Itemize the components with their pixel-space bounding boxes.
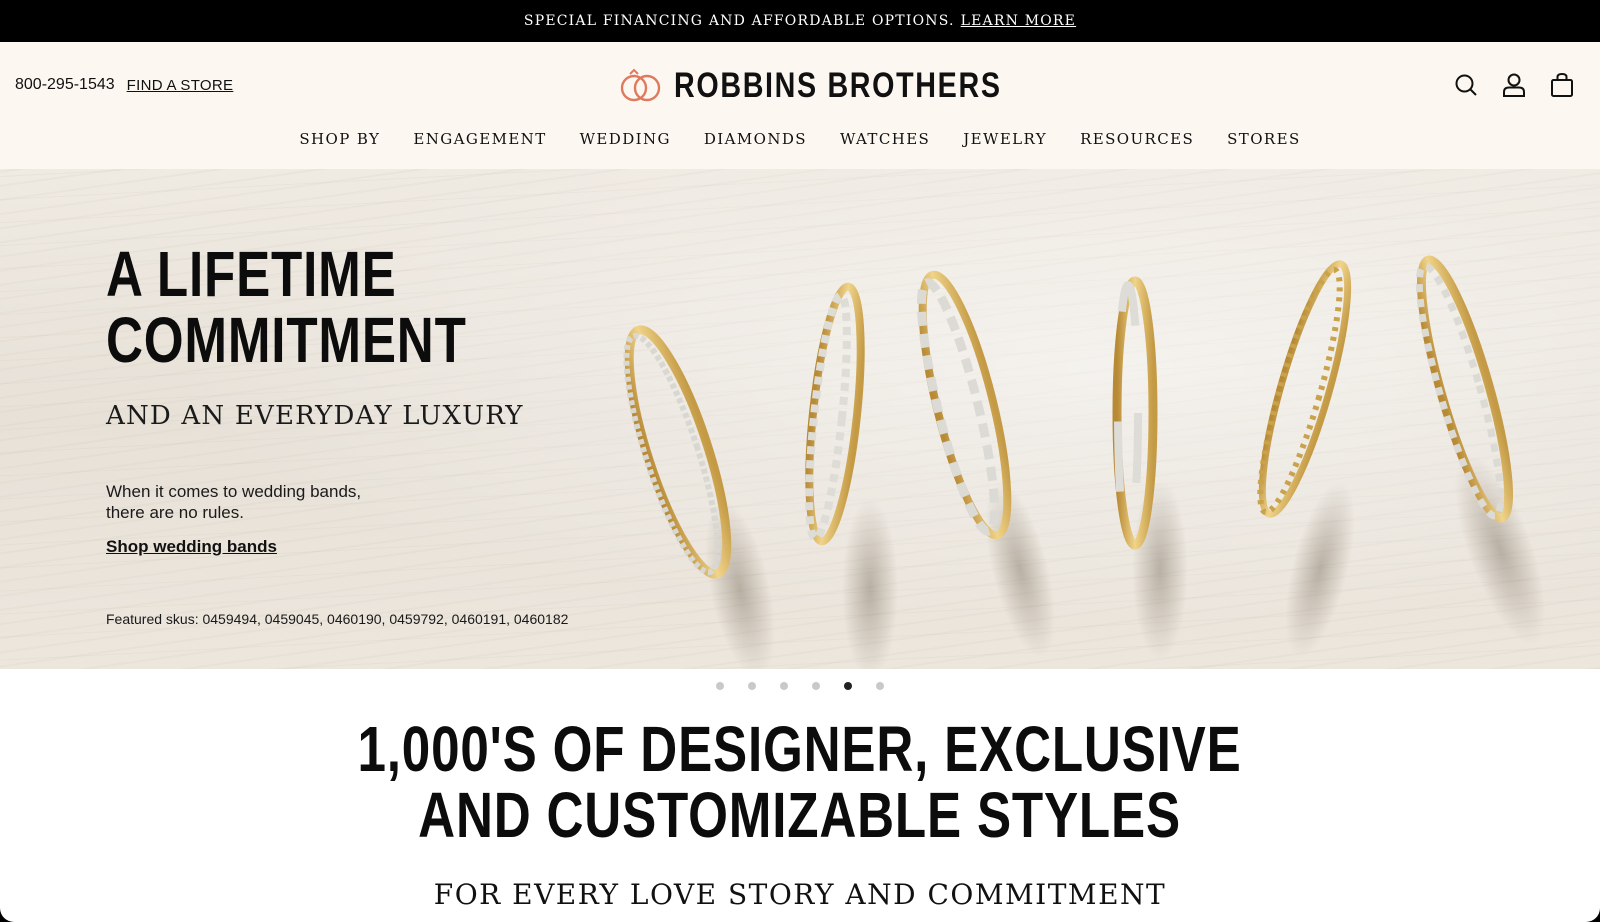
section-title-line-2: AND CUSTOMIZABLE STYLES	[418, 779, 1182, 851]
featured-skus: Featured skus: 0459494, 0459045, 0460190…	[106, 611, 569, 627]
nav-jewelry[interactable]: JEWELRY	[963, 130, 1047, 148]
wedding-bands-image	[623, 255, 1546, 669]
account-icon[interactable]	[1502, 72, 1526, 98]
nav-shop-by[interactable]: SHOP BY	[299, 130, 380, 148]
header-contact: 800-295-1543 FIND A STORE	[15, 76, 233, 94]
promo-text: SPECIAL FINANCING AND AFFORDABLE OPTIONS…	[523, 13, 955, 29]
hero-title-line-2: COMMITMENT	[106, 304, 467, 376]
hero-banner[interactable]: A LIFETIME COMMITMENT AND AN EVERYDAY LU…	[0, 169, 1600, 669]
section-subtitle: FOR EVERY LOVE STORY AND COMMITMENT	[433, 878, 1167, 911]
promo-bar: SPECIAL FINANCING AND AFFORDABLE OPTIONS…	[0, 0, 1600, 42]
section-title-line-1: 1,000'S OF DESIGNER, EXCLUSIVE	[357, 713, 1243, 785]
search-icon[interactable]	[1454, 72, 1478, 98]
hero-title-line-1: A LIFETIME	[106, 238, 397, 310]
carousel-dot-5[interactable]	[844, 682, 852, 690]
bag-icon[interactable]	[1550, 72, 1574, 98]
rings-logo-icon	[620, 68, 661, 102]
page: SPECIAL FINANCING AND AFFORDABLE OPTIONS…	[0, 0, 1600, 922]
find-store-link[interactable]: FIND A STORE	[127, 77, 234, 94]
promo-learn-more-link[interactable]: LEARN MORE	[961, 13, 1076, 29]
shop-wedding-bands-link[interactable]: Shop wedding bands	[106, 537, 277, 557]
nav-stores[interactable]: STORES	[1227, 130, 1301, 148]
nav-wedding[interactable]: WEDDING	[580, 130, 671, 148]
main-nav: SHOP BY ENGAGEMENT WEDDING DIAMONDS WATC…	[0, 130, 1600, 148]
section-title: 1,000'S OF DESIGNER, EXCLUSIVE AND CUSTO…	[0, 716, 1600, 848]
hero-body: When it comes to wedding bands, there ar…	[106, 481, 406, 523]
carousel-dots	[0, 682, 1600, 690]
section-title-text: 1,000'S OF DESIGNER, EXCLUSIVE AND CUSTO…	[358, 716, 1242, 848]
nav-engagement[interactable]: ENGAGEMENT	[413, 130, 546, 148]
hero-body-line-2: there are no rules.	[106, 503, 244, 522]
nav-resources[interactable]: RESOURCES	[1080, 130, 1194, 148]
carousel-dot-3[interactable]	[780, 682, 788, 690]
header-actions	[1454, 72, 1574, 98]
nav-diamonds[interactable]: DIAMONDS	[704, 130, 807, 148]
carousel-dot-4[interactable]	[812, 682, 820, 690]
brand-logo[interactable]: ROBBINS BROTHERS	[618, 66, 1074, 106]
hero-subtitle: AND AN EVERYDAY LUXURY	[106, 401, 524, 431]
hero-body-line-1: When it comes to wedding bands,	[106, 482, 362, 501]
carousel-dot-2[interactable]	[748, 682, 756, 690]
carousel-dot-1[interactable]	[716, 682, 724, 690]
carousel-dot-6[interactable]	[876, 682, 884, 690]
site-header: 800-295-1543 FIND A STORE ROBBINS BROTHE…	[0, 42, 1600, 169]
brand-wordmark: ROBBINS BROTHERS	[674, 66, 1002, 105]
phone-number[interactable]: 800-295-1543	[15, 76, 115, 94]
hero-title: A LIFETIME COMMITMENT	[106, 238, 467, 376]
nav-watches[interactable]: WATCHES	[840, 130, 930, 148]
